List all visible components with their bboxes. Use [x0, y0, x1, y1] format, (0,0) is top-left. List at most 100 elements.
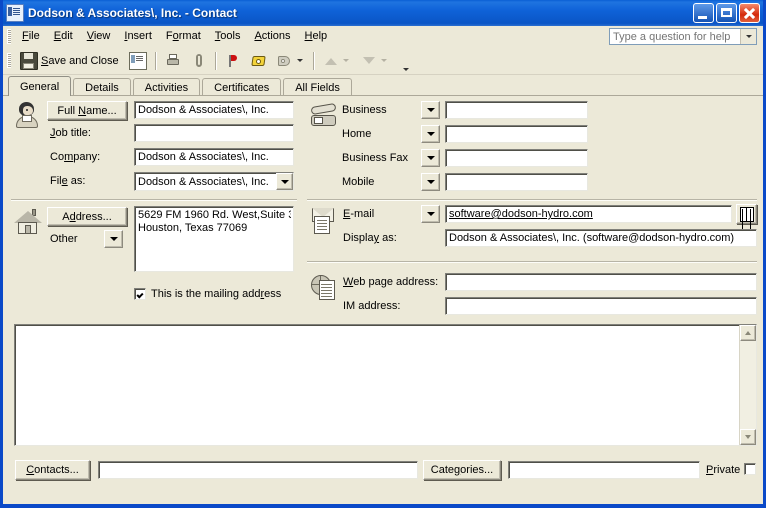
insert-file-button[interactable] — [186, 49, 212, 73]
email-type-dropdown[interactable] — [421, 205, 440, 223]
address-button-label: Address... — [62, 210, 112, 223]
chevron-down-icon[interactable] — [296, 53, 305, 69]
display-as-value: Dodson & Associates\, Inc. (software@dod… — [449, 232, 735, 244]
menu-actions-rest: ctions — [261, 30, 291, 42]
caption-buttons — [693, 3, 760, 23]
web-page-address-field[interactable] — [445, 273, 757, 291]
menu-item-actions[interactable]: Actions — [247, 28, 297, 45]
chevron-down-icon[interactable] — [276, 173, 293, 190]
email-value: software@dodson-hydro.com — [449, 208, 593, 220]
chevron-down-icon[interactable] — [380, 53, 389, 69]
chevron-down-icon — [402, 67, 409, 71]
chevron-down-icon[interactable] — [740, 29, 756, 44]
save-and-new-button[interactable] — [124, 49, 152, 73]
phone-label-mobile: Mobile — [342, 176, 375, 188]
phone-field-business[interactable] — [445, 101, 588, 119]
full-name-field[interactable]: Dodson & Associates\, Inc. — [134, 101, 294, 119]
menu-item-view[interactable]: View — [80, 28, 118, 45]
phone-field-home[interactable] — [445, 125, 588, 143]
email-label: E-mail — [343, 208, 375, 220]
chevron-down-icon[interactable] — [342, 53, 351, 69]
red-flag-icon — [225, 53, 241, 69]
phone-type-dropdown-business[interactable] — [421, 101, 440, 119]
tab-details[interactable]: Details — [73, 78, 131, 96]
phone-type-dropdown-home[interactable] — [421, 125, 440, 143]
tab-general[interactable]: General — [8, 76, 72, 97]
previous-item-button[interactable] — [318, 49, 356, 73]
categories-button-label: Categories... — [430, 464, 494, 476]
globe-page-icon — [310, 272, 340, 302]
section-divider — [307, 199, 757, 200]
address-button[interactable]: Address... — [47, 207, 127, 226]
title-bar[interactable]: Dodson & Associates\, Inc. - Contact — [3, 0, 763, 26]
menu-item-tools[interactable]: Tools — [208, 28, 248, 45]
email-field[interactable]: software@dodson-hydro.com — [445, 205, 732, 223]
phone-label-business-fax: Business Fax — [342, 152, 409, 164]
contact-window: Dodson & Associates\, Inc. - Contact Fil… — [0, 0, 766, 508]
toolbar-separator — [312, 51, 315, 70]
menu-item-help[interactable]: Help — [298, 28, 335, 45]
categories-field[interactable] — [508, 461, 700, 479]
phone-type-dropdown-business-fax[interactable] — [421, 149, 440, 167]
private-checkbox[interactable] — [744, 463, 756, 475]
full-name-button[interactable]: Full Name... — [47, 101, 127, 120]
tab-all-fields[interactable]: All Fields — [283, 78, 352, 96]
im-address-field[interactable] — [445, 297, 757, 315]
phone-field-mobile[interactable] — [445, 173, 588, 191]
help-search-box[interactable] — [609, 28, 757, 45]
file-as-combo[interactable]: Dodson & Associates\, Inc. — [134, 172, 294, 191]
tab-certificates[interactable]: Certificates — [202, 78, 282, 96]
scroll-down-icon[interactable] — [740, 429, 756, 445]
menu-help-rest: elp — [312, 30, 328, 42]
address-line-1: 5629 FM 1960 Rd. West,Suite 314 — [138, 209, 291, 221]
address-textarea[interactable]: 5629 FM 1960 Rd. West,Suite 314 Houston,… — [134, 206, 294, 272]
display-as-field[interactable]: Dodson & Associates\, Inc. (software@dod… — [445, 229, 757, 247]
display-as-label: Display as: — [343, 232, 397, 244]
im-address-label: IM address: — [343, 300, 401, 312]
display-map-button[interactable] — [246, 49, 272, 73]
menu-item-format[interactable]: Format — [159, 28, 208, 45]
general-tab-panel: Full Name... Dodson & Associates\, Inc. … — [3, 96, 763, 496]
phone-type-dropdown-mobile[interactable] — [421, 173, 440, 191]
toolbar-drag-handle[interactable] — [7, 53, 11, 68]
close-icon[interactable] — [739, 3, 760, 23]
company-label: Company: — [50, 151, 101, 163]
help-search-input[interactable] — [610, 30, 740, 43]
next-item-button[interactable] — [356, 49, 394, 73]
notes-field[interactable] — [14, 324, 757, 446]
permission-button[interactable] — [272, 49, 310, 73]
print-button[interactable] — [160, 49, 186, 73]
follow-up-flag-button[interactable] — [220, 49, 246, 73]
save-and-close-button[interactable]: Save and Close — [15, 49, 124, 73]
file-as-label: File as: — [50, 175, 86, 187]
toolbar-overflow-button[interactable] — [398, 48, 414, 74]
private-label: Private — [706, 464, 741, 476]
job-title-label: Job title: — [50, 127, 91, 139]
maximize-icon[interactable] — [716, 3, 737, 23]
address-type-dropdown[interactable] — [104, 230, 123, 248]
menu-item-edit[interactable]: Edit — [47, 28, 80, 45]
web-page-address-label: Web page address: — [343, 276, 439, 288]
phone-label-home: Home — [342, 128, 372, 140]
menu-drag-handle[interactable] — [7, 29, 11, 44]
mailing-address-checkbox[interactable] — [134, 288, 146, 300]
company-field[interactable]: Dodson & Associates\, Inc. — [134, 148, 294, 166]
notes-value[interactable] — [15, 325, 739, 445]
minimize-icon[interactable] — [693, 3, 714, 23]
job-title-field[interactable] — [134, 124, 294, 142]
tab-activities[interactable]: Activities — [132, 78, 201, 96]
menu-item-insert[interactable]: Insert — [117, 28, 159, 45]
menu-item-file[interactable]: File — [15, 28, 47, 45]
file-as-value: Dodson & Associates\, Inc. — [138, 175, 269, 188]
mailing-address-checkbox-row[interactable]: This is the mailing address — [134, 288, 281, 300]
contacts-field[interactable] — [98, 461, 418, 479]
phone-field-business-fax[interactable] — [445, 149, 588, 167]
categories-button[interactable]: Categories... — [423, 460, 501, 480]
scroll-up-icon[interactable] — [740, 325, 756, 341]
contacts-button[interactable]: Contacts... — [15, 460, 90, 480]
menu-file-rest: ile — [28, 30, 40, 42]
address-book-button[interactable] — [736, 204, 757, 224]
notes-scrollbar[interactable] — [739, 325, 756, 445]
toolbar: Save and Close — [3, 47, 763, 75]
save-and-close-label: Save and Close — [41, 54, 119, 67]
